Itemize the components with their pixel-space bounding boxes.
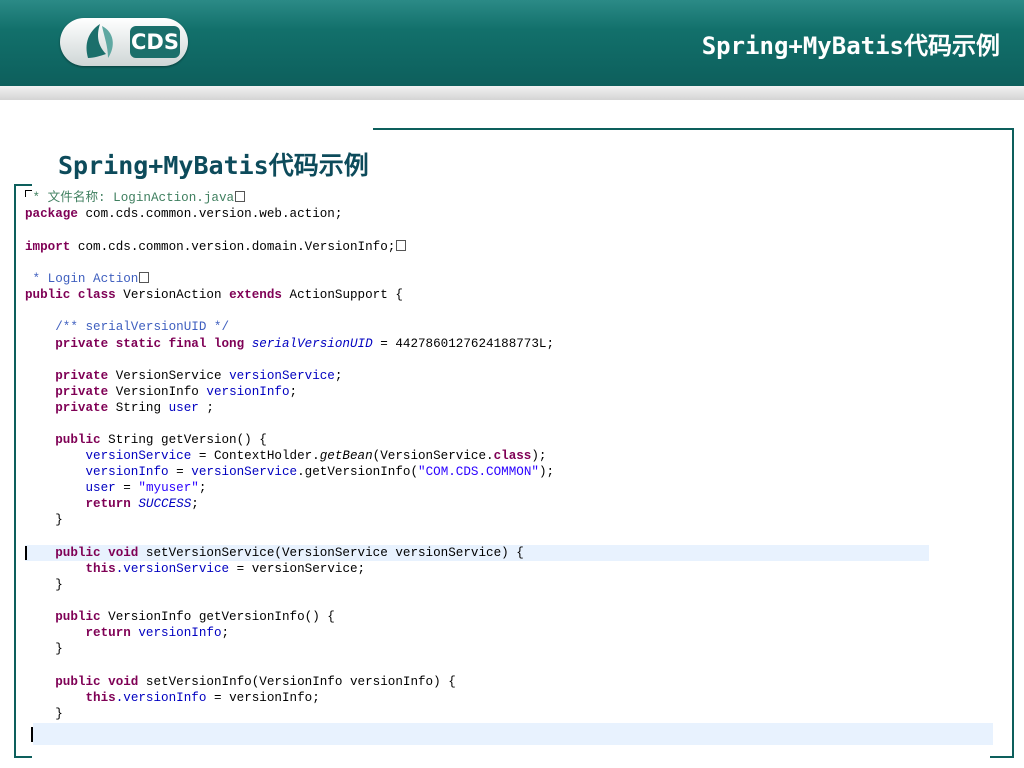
code-line: user = "myuser";: [25, 481, 207, 495]
frame-line: [14, 756, 32, 758]
editor-bottom-bar: [33, 723, 993, 745]
code-line: package com.cds.common.version.web.actio…: [25, 207, 343, 221]
code-line: public VersionInfo getVersionInfo() {: [25, 610, 335, 624]
code-line: private String user ;: [25, 401, 214, 415]
collapsed-fold-icon[interactable]: [139, 272, 150, 283]
frame-line: [14, 184, 16, 756]
header-divider: [0, 86, 1024, 100]
code-line: public void setVersionService(VersionSer…: [25, 546, 524, 560]
code-editor[interactable]: * 文件名称: LoginAction.java package com.cds…: [25, 190, 993, 746]
collapsed-fold-icon[interactable]: [396, 240, 407, 251]
frame-line: [14, 184, 32, 186]
text-caret: [31, 727, 33, 742]
code-line: return SUCCESS;: [25, 497, 199, 511]
code-line: import com.cds.common.version.domain.Ver…: [25, 239, 407, 255]
code-line: versionInfo = versionService.getVersionI…: [25, 465, 555, 479]
header-band: CDS Spring+MyBatis代码示例: [0, 0, 1024, 86]
frame-line: [1012, 128, 1014, 758]
code-line: /** serialVersionUID */: [25, 320, 230, 334]
code-line: this.versionService = versionService;: [25, 562, 366, 576]
code-line: private VersionService versionService;: [25, 369, 343, 383]
cds-logo: CDS: [60, 18, 188, 66]
leaf-icon: [86, 24, 113, 58]
logo-text: CDS: [130, 26, 180, 58]
code-line: private static final long serialVersionU…: [25, 337, 555, 351]
code-line: private VersionInfo versionInfo;: [25, 385, 298, 399]
slide-title: Spring+MyBatis代码示例: [58, 151, 369, 180]
code-line: * 文件名称: LoginAction.java: [25, 190, 246, 206]
code-line: this.versionInfo = versionInfo;: [25, 691, 320, 705]
code-line: }: [25, 707, 63, 721]
code-line: }: [25, 578, 63, 592]
code-line: public void setVersionInfo(VersionInfo v…: [25, 675, 456, 689]
header-title: Spring+MyBatis代码示例: [701, 32, 1000, 60]
code-line: * Login Action: [25, 271, 150, 287]
code-line: public class VersionAction extends Actio…: [25, 288, 403, 302]
code-line: return versionInfo;: [25, 626, 230, 640]
frame-line: [990, 756, 1014, 758]
code-line: }: [25, 513, 63, 527]
collapsed-fold-icon[interactable]: [235, 191, 246, 202]
frame-line: [373, 128, 1013, 130]
code-line: }: [25, 642, 63, 656]
code-line: public String getVersion() {: [25, 433, 267, 447]
code-line: versionService = ContextHolder.getBean(V…: [25, 449, 547, 463]
